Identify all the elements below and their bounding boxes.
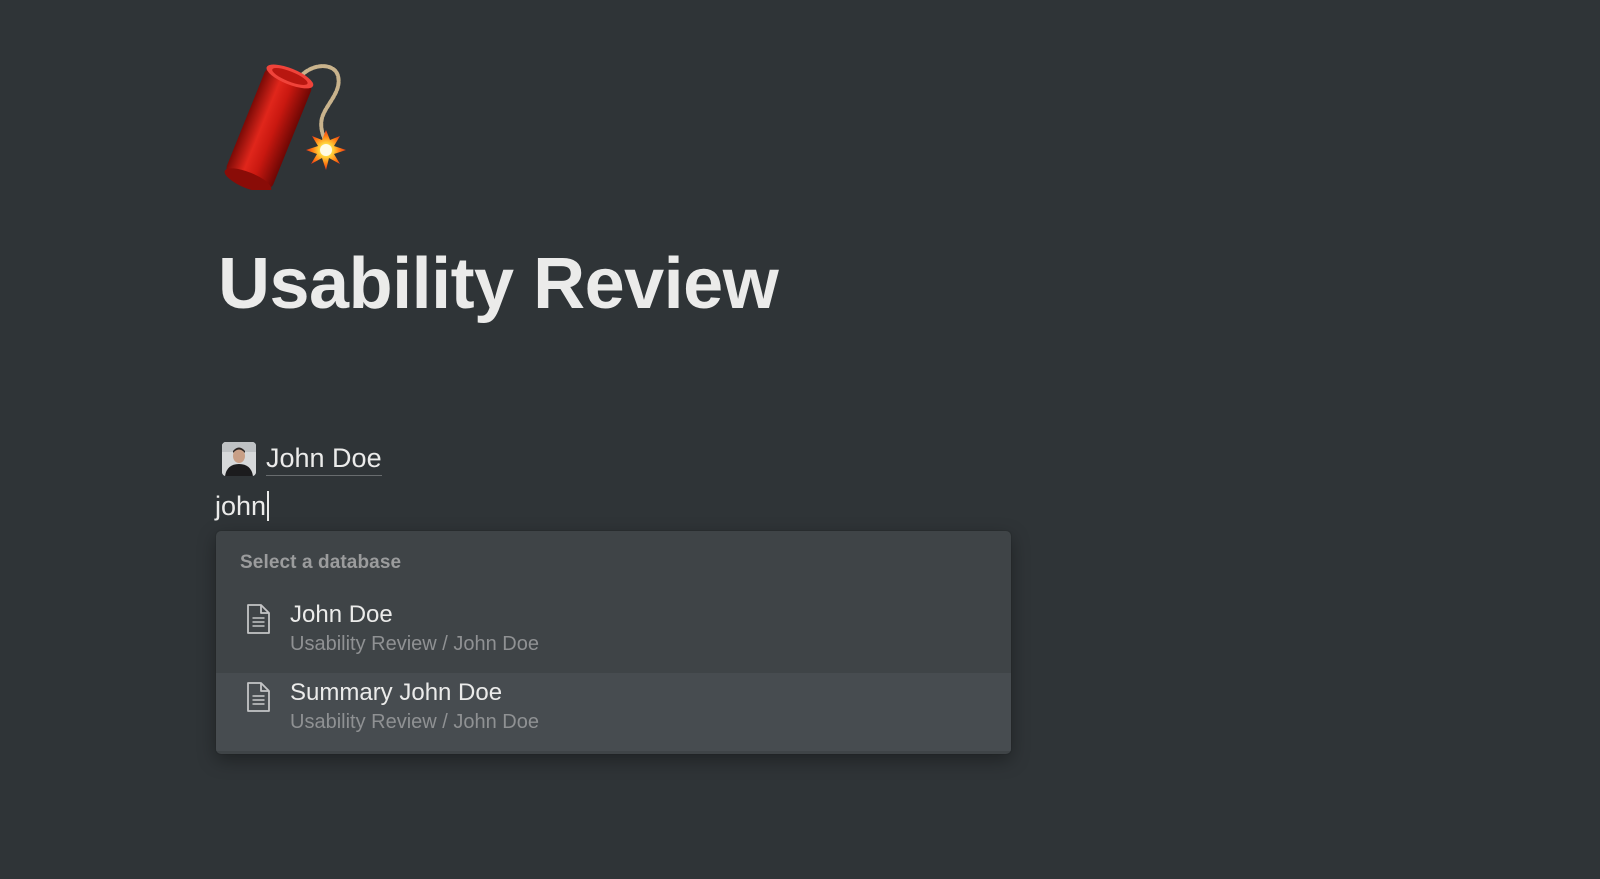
menu-item-path: Usability Review / John Doe [290,711,539,733]
menu-item-path: Usability Review / John Doe [290,633,539,655]
menu-item-title: John Doe [290,601,393,628]
document-icon [244,603,272,635]
menu-item-summary-john-doe[interactable]: Summary John Doe Usability Review / John… [216,673,1011,751]
text-caret [267,491,269,521]
typed-query: john [215,491,267,521]
page-title[interactable]: Usability Review [218,248,779,320]
person-avatar [222,442,256,476]
firecracker-icon[interactable] [218,58,358,193]
menu-item-john-doe[interactable]: John Doe Usability Review / John Doe [216,595,1011,673]
editor-text-block[interactable]: john [215,490,269,522]
document-icon [244,681,272,713]
menu-header: Select a database [240,552,402,573]
select-database-menu: Select a database John Doe Usability Rev… [216,531,1011,754]
user-mention[interactable]: John Doe [222,441,382,477]
mention-name: John Doe [266,442,382,476]
notion-page: Usability Review John Doe john Select a … [0,0,1600,879]
menu-item-title: Summary John Doe [290,679,503,706]
